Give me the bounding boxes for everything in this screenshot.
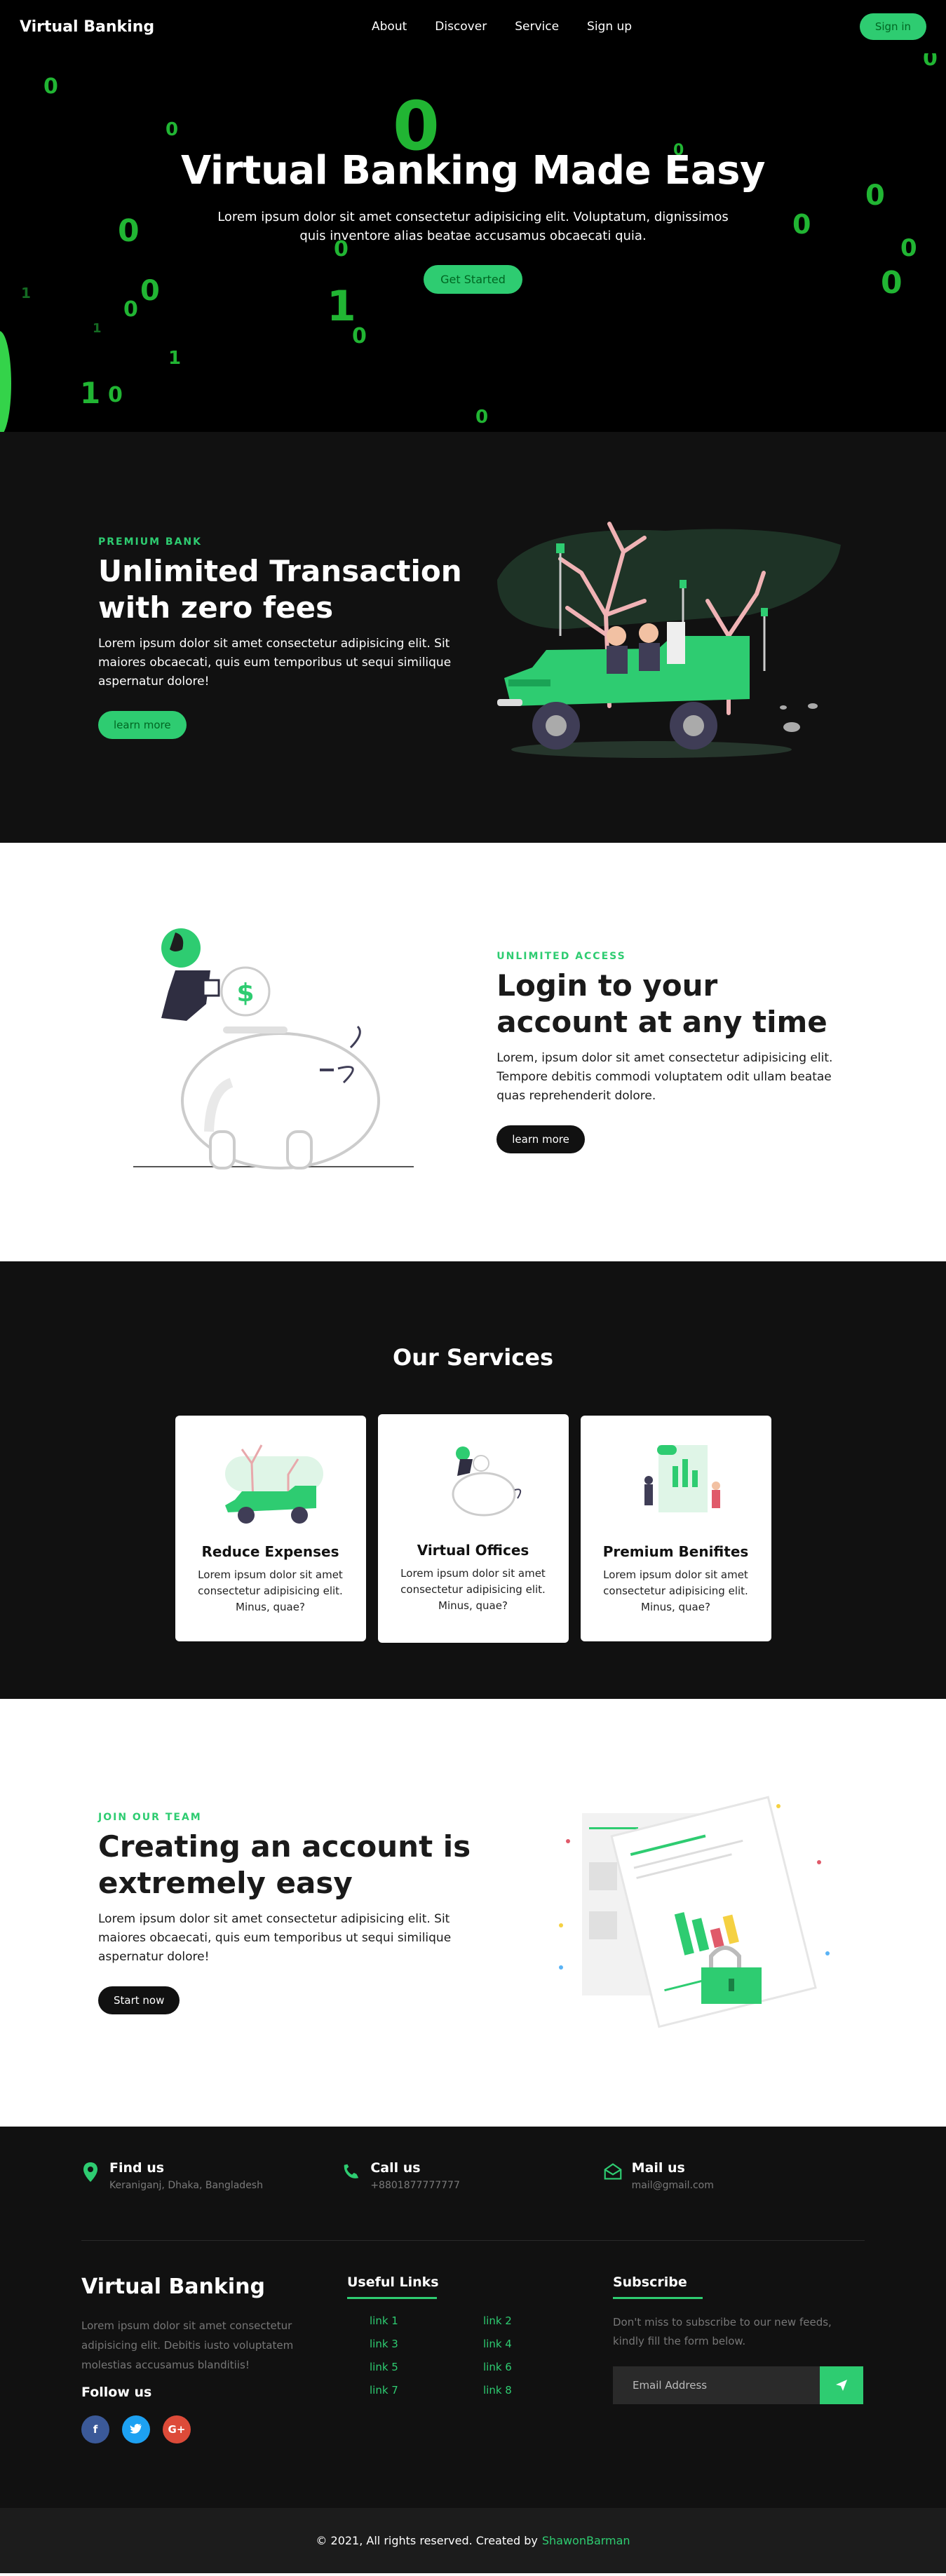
nav-link-discover[interactable]: Discover [435, 20, 487, 34]
service-card-title: Premium Benifites [602, 1543, 749, 1560]
start-now-button[interactable]: Start now [98, 1986, 180, 2014]
contact-title: Find us [109, 2160, 165, 2176]
premium-bank-text: PREMIUM BANK Unlimited Transaction with … [98, 536, 464, 739]
join-team-section: JOIN OUR TEAM Creating an account is ext… [0, 1699, 946, 2127]
footer-columns: Virtual Banking Lorem ipsum dolor sit am… [81, 2241, 865, 2443]
footer-contacts: Find us Keraniganj, Dhaka, Bangladesh Ca… [81, 2127, 865, 2241]
footer-link[interactable]: link 5 [370, 2361, 483, 2373]
footer-link[interactable]: link 3 [370, 2338, 483, 2350]
services-cards: Reduce Expenses Lorem ipsum dolor sit am… [0, 1414, 946, 1643]
footer-link[interactable]: link 4 [483, 2338, 597, 2350]
subscribe-heading: Subscribe [612, 2275, 687, 2290]
phone-icon [344, 2164, 359, 2178]
footer: Find us Keraniganj, Dhaka, Bangladesh Ca… [0, 2127, 946, 2508]
section-eyebrow: UNLIMITED ACCESS [496, 951, 626, 962]
footer-link[interactable]: link 8 [483, 2384, 597, 2397]
section-description: Lorem ipsum dolor sit amet consectetur a… [98, 636, 452, 689]
heading-underline [612, 2297, 703, 2299]
hero-title: Virtual Banking Made Easy [181, 148, 765, 194]
section-description: Lorem ipsum dolor sit amet consectetur a… [98, 1911, 452, 1964]
piggy-bank-illustration: $ [119, 921, 443, 1184]
nav-link-about[interactable]: About [372, 20, 407, 34]
footer-about: Virtual Banking Lorem ipsum dolor sit am… [81, 2275, 347, 2443]
nav-links: About Discover Service Sign up [372, 20, 632, 34]
footer-link[interactable]: link 6 [483, 2361, 597, 2373]
useful-links-list: link 1 link 2 link 3 link 4 link 5 link … [347, 2314, 613, 2397]
contact-find-us: Find us Keraniganj, Dhaka, Bangladesh [81, 2160, 342, 2240]
services-title: Our Services [393, 1344, 553, 1371]
sign-in-button[interactable]: Sign in [859, 13, 926, 40]
contact-detail: Keraniganj, Dhaka, Bangladesh [109, 2180, 263, 2191]
google-plus-icon[interactable]: G+ [163, 2415, 191, 2443]
author-link[interactable]: ShawonBarman [542, 2534, 630, 2547]
subscribe-description: Don't miss to subscribe to our new feeds… [612, 2316, 832, 2347]
contact-call-us: Call us +8801877777777 [342, 2160, 603, 2240]
svg-text:$: $ [236, 979, 254, 1008]
social-links: f G+ [81, 2415, 347, 2443]
footer-link[interactable]: link 2 [483, 2314, 597, 2327]
get-started-button[interactable]: Get Started [424, 265, 522, 294]
unlimited-access-text: UNLIMITED ACCESS Login to your account a… [496, 951, 848, 1153]
nav-link-service[interactable]: Service [515, 20, 559, 34]
map-pin-icon [83, 2162, 97, 2182]
brand-logo[interactable]: Virtual Banking [20, 18, 154, 36]
contact-detail: +8801877777777 [370, 2180, 460, 2191]
mail-icon [604, 2163, 622, 2180]
email-input[interactable] [612, 2366, 820, 2404]
service-card[interactable]: Reduce Expenses Lorem ipsum dolor sit am… [175, 1416, 366, 1641]
footer-subscribe: Subscribe Don't miss to subscribe to our… [612, 2275, 865, 2443]
facebook-icon[interactable]: f [81, 2415, 109, 2443]
jeep-illustration [483, 496, 848, 779]
hero-text: Lorem ipsum dolor sit amet consectetur a… [217, 210, 729, 243]
contact-title: Mail us [631, 2160, 685, 2176]
piggy-thumbnail-icon [452, 1446, 521, 1517]
document-lock-illustration [540, 1785, 834, 2040]
copyright-bar: © 2021, All rights reserved. Created by … [0, 2508, 946, 2573]
subscribe-form [612, 2366, 865, 2404]
service-card-text: Lorem ipsum dolor sit amet consectetur a… [400, 1567, 546, 1612]
footer-useful-links: Useful Links link 1 link 2 link 3 link 4… [346, 2275, 613, 2443]
service-card-title: Reduce Expenses [201, 1543, 339, 1560]
contact-mail-us: Mail us mail@gmail.com [604, 2160, 865, 2240]
footer-link[interactable]: link 7 [370, 2384, 483, 2397]
service-card[interactable]: Virtual Offices Lorem ipsum dolor sit am… [377, 1414, 569, 1643]
section-title: Creating an account is extremely easy [98, 1829, 471, 1900]
contact-detail: mail@gmail.com [631, 2180, 714, 2191]
service-card-text: Lorem ipsum dolor sit amet consectetur a… [603, 1568, 748, 1613]
footer-link[interactable]: link 1 [370, 2314, 483, 2327]
hero-section: 0 0 0 0 0 0 0 1 0 1 1 0 1 1 0 0 0 0 0 0 … [0, 53, 946, 432]
follow-us-heading: Follow us [81, 2385, 152, 2400]
useful-links-heading: Useful Links [346, 2275, 439, 2290]
subscribe-send-button[interactable] [819, 2366, 863, 2404]
section-description: Lorem, ipsum dolor sit amet consectetur … [496, 1051, 833, 1103]
learn-more-button[interactable]: learn more [496, 1125, 585, 1153]
footer-description: Lorem ipsum dolor sit amet consectetur a… [81, 2319, 294, 2371]
section-title: Login to your account at any time [496, 968, 827, 1039]
jeep-thumbnail-icon [224, 1444, 323, 1524]
service-card-title: Virtual Offices [417, 1542, 529, 1559]
copyright-text: © 2021, All rights reserved. Created by [316, 2534, 538, 2547]
contact-title: Call us [370, 2160, 421, 2176]
services-section: Our Services Reduce Expenses Lorem ipsum… [0, 1261, 946, 1699]
send-icon [835, 2380, 847, 2391]
footer-brand: Virtual Banking [81, 2275, 265, 2299]
section-eyebrow: PREMIUM BANK [98, 536, 202, 548]
heading-underline [346, 2297, 437, 2299]
learn-more-button[interactable]: learn more [98, 710, 187, 739]
premium-bank-section: PREMIUM BANK Unlimited Transaction with … [0, 432, 946, 843]
service-card[interactable]: Premium Benifites Lorem ipsum dolor sit … [580, 1416, 771, 1641]
section-title: Unlimited Transaction with zero fees [98, 553, 462, 625]
nav-link-signup[interactable]: Sign up [587, 20, 632, 34]
twitter-icon[interactable] [122, 2415, 150, 2443]
service-card-text: Lorem ipsum dolor sit amet consectetur a… [198, 1568, 343, 1613]
unlimited-access-section: $ UNLIMITED ACCESS Login to your account… [0, 843, 946, 1261]
join-team-text: JOIN OUR TEAM Creating an account is ext… [98, 1812, 477, 2014]
green-edge-glow [0, 331, 11, 432]
presentation-thumbnail-icon [644, 1445, 720, 1512]
navbar: Virtual Banking About Discover Service S… [0, 0, 946, 53]
hero-content: Virtual Banking Made Easy Lorem ipsum do… [0, 53, 946, 294]
section-eyebrow: JOIN OUR TEAM [98, 1811, 202, 1823]
